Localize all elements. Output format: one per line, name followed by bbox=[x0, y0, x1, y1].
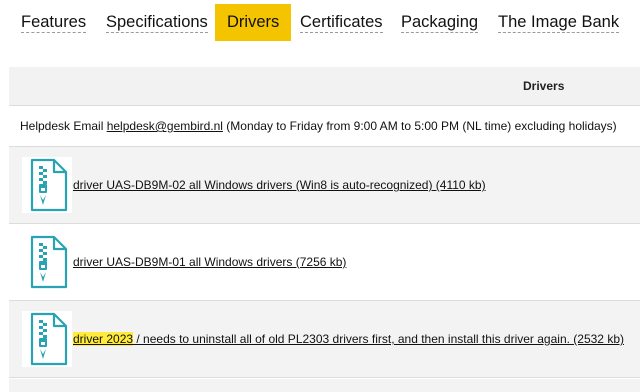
helpdesk-prefix: Helpdesk Email bbox=[20, 119, 107, 133]
table-header: Drivers bbox=[9, 67, 640, 106]
tab-drivers[interactable]: Drivers bbox=[215, 4, 292, 41]
tab-features[interactable]: Features bbox=[21, 4, 87, 41]
tab-specifications[interactable]: Specifications bbox=[106, 4, 208, 41]
table-next-row bbox=[9, 379, 640, 392]
column-header-drivers: Drivers bbox=[523, 79, 565, 93]
drivers-table: Drivers Helpdesk Email helpdesk@gembird.… bbox=[9, 67, 640, 378]
helpdesk-email-link[interactable]: helpdesk@gembird.nl bbox=[107, 119, 223, 133]
driver-row: driver 2023 / needs to uninstall all of … bbox=[9, 301, 640, 378]
driver-row: driver UAS-DB9M-02 all Windows drivers (… bbox=[9, 147, 640, 224]
zip-file-icon[interactable] bbox=[22, 157, 72, 213]
tab-packaging[interactable]: Packaging bbox=[401, 4, 479, 41]
tab-image-bank[interactable]: The Image Bank bbox=[498, 4, 620, 41]
zip-file-icon[interactable] bbox=[22, 311, 72, 367]
zip-file-icon[interactable] bbox=[22, 234, 72, 290]
helpdesk-row: Helpdesk Email helpdesk@gembird.nl (Mond… bbox=[9, 106, 640, 147]
driver-download-link[interactable]: driver UAS-DB9M-01 all Windows drivers (… bbox=[73, 255, 346, 269]
driver-download-link[interactable]: driver UAS-DB9M-02 all Windows drivers (… bbox=[73, 178, 486, 192]
tab-certificates[interactable]: Certificates bbox=[300, 4, 383, 41]
product-tabs: Features Specifications Drivers Certific… bbox=[0, 0, 640, 46]
driver-row: driver UAS-DB9M-01 all Windows drivers (… bbox=[9, 224, 640, 301]
helpdesk-hours: (Monday to Friday from 9:00 AM to 5:00 P… bbox=[222, 119, 617, 133]
driver-2023-note[interactable]: / needs to uninstall all of old PL2303 d… bbox=[133, 332, 624, 346]
driver-2023-link[interactable]: driver 2023 bbox=[73, 332, 134, 346]
